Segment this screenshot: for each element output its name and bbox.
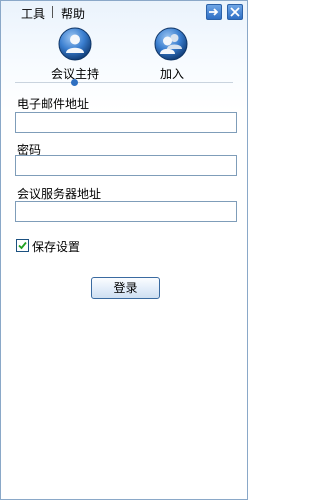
menu-bar: 工具 帮助 (1, 1, 247, 23)
tab-join[interactable]: 加入 (132, 27, 212, 83)
tab-join-label: 加入 (159, 67, 184, 81)
login-button[interactable]: 登录 (91, 277, 160, 299)
menu-help[interactable]: 帮助 (61, 5, 85, 22)
group-icon (154, 27, 188, 61)
save-settings-checkbox[interactable] (16, 239, 29, 252)
menu-separator (52, 6, 53, 18)
server-label: 会议服务器地址 (17, 187, 102, 201)
email-label: 电子邮件地址 (17, 97, 90, 111)
password-field[interactable] (15, 155, 237, 176)
server-address-field[interactable] (15, 201, 237, 222)
mode-divider (15, 82, 233, 83)
tab-host-meeting[interactable]: 会议主持 (35, 27, 115, 83)
save-settings-label[interactable]: 保存设置 (32, 238, 80, 255)
person-icon (58, 27, 92, 61)
close-button[interactable] (227, 4, 243, 20)
selected-mode-indicator (71, 79, 78, 86)
app-window: 工具 帮助 会议主持 加入 电子邮件地址 密码 会议服务器地址 保存设置 登录 (0, 0, 248, 500)
checkmark-icon (18, 241, 27, 250)
email-field[interactable] (15, 112, 237, 133)
menu-tools[interactable]: 工具 (21, 5, 45, 22)
close-icon (230, 7, 240, 17)
arrow-right-icon (209, 8, 219, 16)
pin-button[interactable] (206, 4, 222, 20)
